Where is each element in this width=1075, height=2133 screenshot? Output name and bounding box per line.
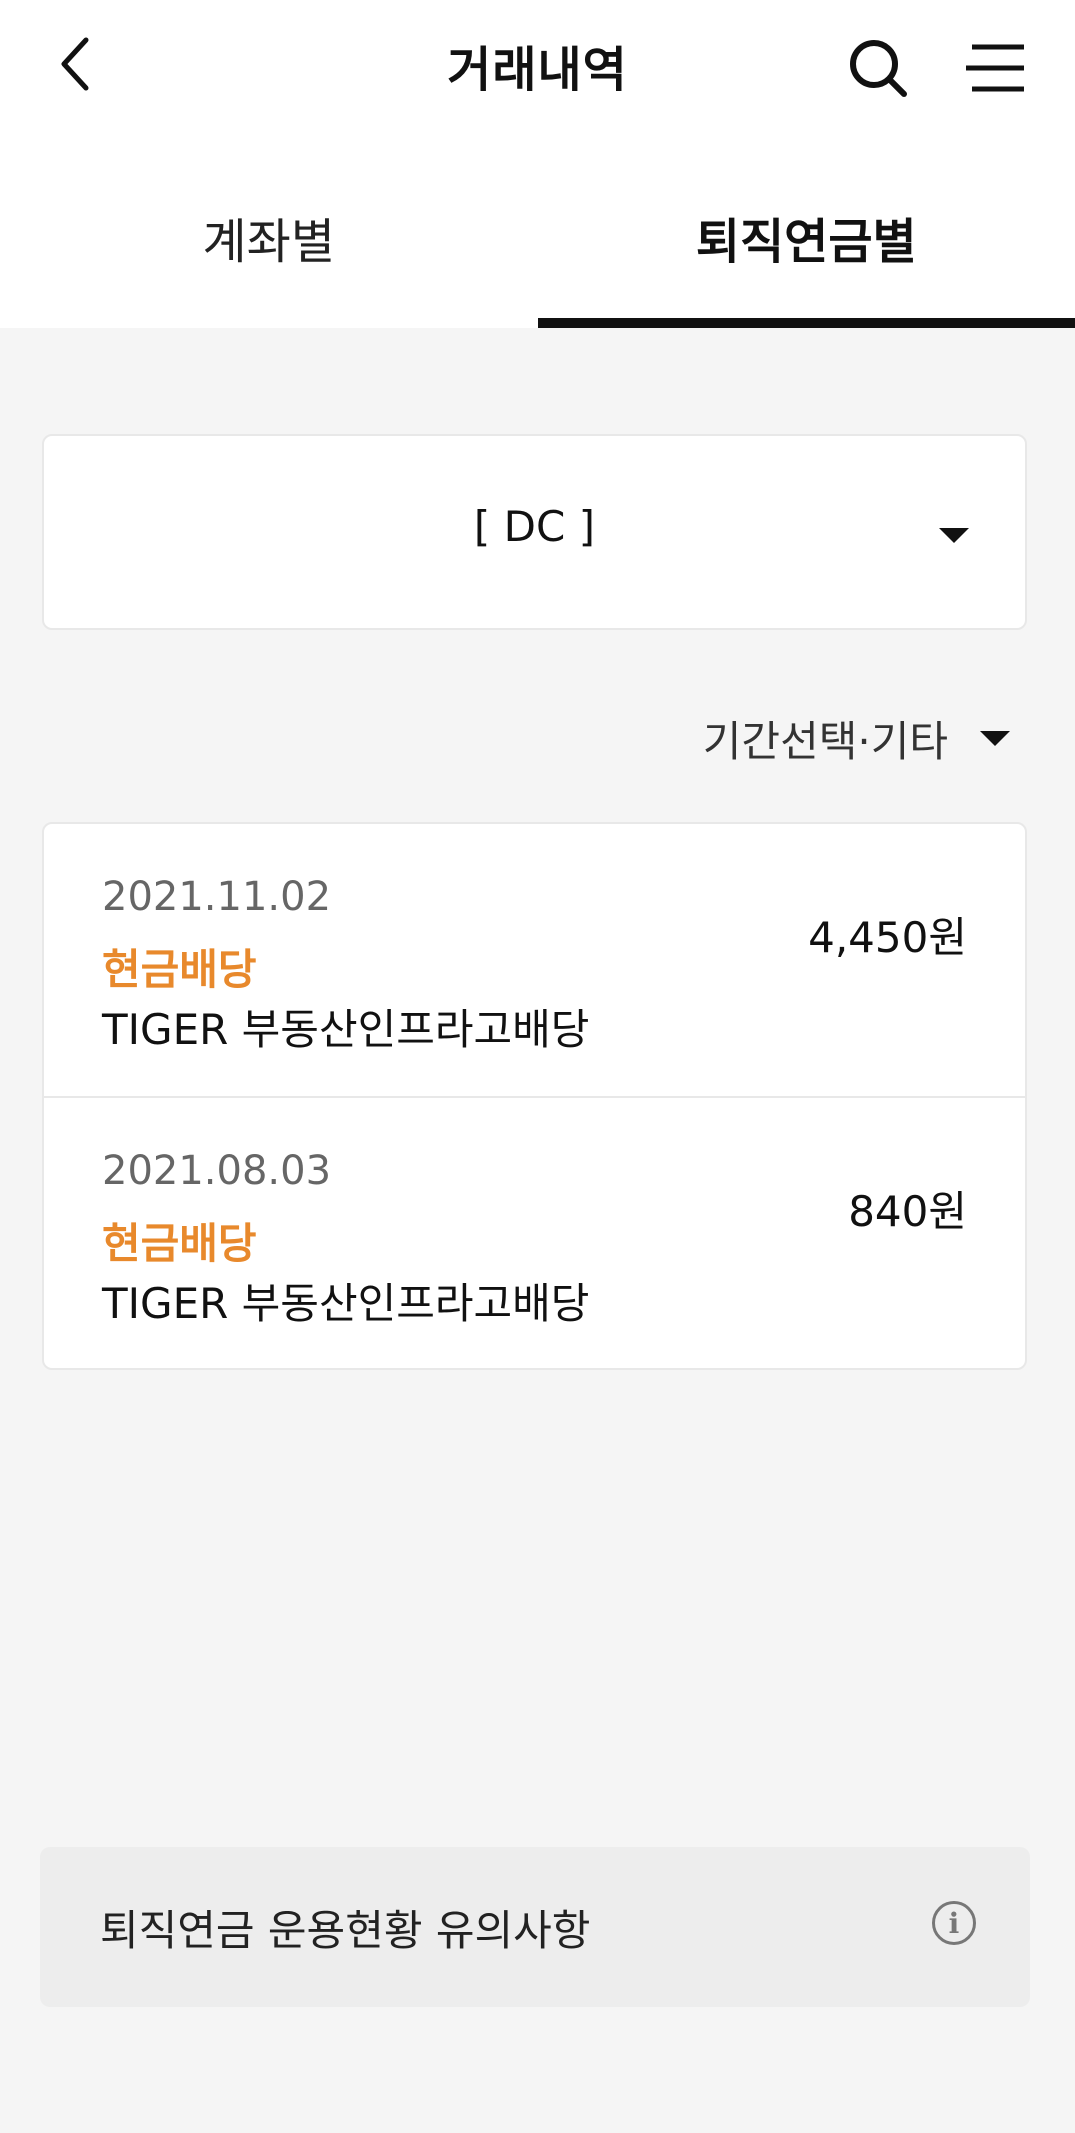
tab-by-pension[interactable]: 퇴직연금별 <box>537 180 1075 328</box>
transaction-row[interactable]: 2021.11.02 현금배당 TIGER 부동산인프라고배당 4,450원 <box>44 824 1025 1098</box>
account-type-value: [ DC ] <box>473 502 596 551</box>
transaction-name: TIGER 부동산인프라고배당 <box>102 1279 590 1328</box>
tab-by-account[interactable]: 계좌별 <box>0 180 538 328</box>
search-button[interactable] <box>838 28 918 108</box>
account-type-select[interactable]: [ DC ] <box>42 434 1027 630</box>
menu-button[interactable] <box>955 28 1035 108</box>
transaction-amount: 840원 <box>848 1187 967 1236</box>
transaction-type: 현금배당 <box>102 1219 257 1268</box>
menu-icon <box>966 44 1024 92</box>
period-filter-label: 기간선택·기타 <box>702 716 948 766</box>
transaction-list: 2021.11.02 현금배당 TIGER 부동산인프라고배당 4,450원 2… <box>42 822 1027 1370</box>
transaction-amount: 4,450원 <box>808 913 967 962</box>
transaction-date: 2021.11.02 <box>102 874 332 920</box>
info-icon[interactable]: i <box>932 1901 976 1945</box>
caret-down-icon <box>939 528 969 543</box>
header: 거래내역 <box>0 0 1075 132</box>
pension-notice-button[interactable]: 퇴직연금 운용현황 유의사항 i <box>40 1847 1030 2007</box>
transaction-name: TIGER 부동산인프라고배당 <box>102 1005 590 1054</box>
notice-label: 퇴직연금 운용현황 유의사항 <box>100 1906 591 1955</box>
top-bar: 거래내역 계좌별 퇴직연금별 <box>0 0 1075 328</box>
caret-down-icon <box>980 730 1010 746</box>
period-filter-button[interactable]: 기간선택·기타 <box>680 708 1010 768</box>
transaction-type: 현금배당 <box>102 945 257 994</box>
transaction-date: 2021.08.03 <box>102 1148 332 1194</box>
search-icon <box>850 40 907 97</box>
tab-bar: 계좌별 퇴직연금별 <box>0 180 1075 328</box>
transaction-row[interactable]: 2021.08.03 현금배당 TIGER 부동산인프라고배당 840원 <box>44 1098 1025 1370</box>
